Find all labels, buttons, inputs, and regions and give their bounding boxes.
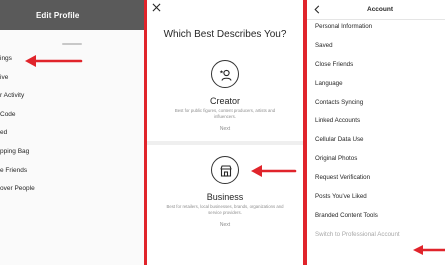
section-separator xyxy=(147,141,303,145)
storefront-icon xyxy=(211,156,239,184)
setting-contacts-syncing[interactable]: Contacts Syncing xyxy=(307,94,445,113)
menu-item-your-activity[interactable]: r Activity xyxy=(0,87,144,106)
account-settings-list: Personal Information Saved Close Friends… xyxy=(307,18,445,245)
red-arrow-switch-professional xyxy=(413,245,445,255)
creator-next-button[interactable]: Next xyxy=(147,126,303,132)
setting-linked-accounts[interactable]: Linked Accounts xyxy=(307,112,445,131)
settings-menu-list: ings ive r Activity Code ed pping Bag e … xyxy=(0,50,144,199)
business-label: Business xyxy=(206,192,244,202)
setting-original-photos[interactable]: Original Photos xyxy=(307,150,445,169)
setting-personal-information[interactable]: Personal Information xyxy=(307,18,445,37)
setting-close-friends[interactable]: Close Friends xyxy=(307,56,445,75)
account-type-panel: Which Best Describes You? Creator Best f… xyxy=(147,0,303,265)
account-header: Account xyxy=(307,0,445,20)
account-settings-panel: Account Personal Information Saved Close… xyxy=(307,0,445,265)
setting-switch-professional[interactable]: Switch to Professional Account xyxy=(307,226,445,245)
creator-icon xyxy=(211,60,239,88)
menu-item-archive[interactable]: ive xyxy=(0,69,144,88)
settings-menu-panel: Edit Profile ings ive r Activity Code ed… xyxy=(0,0,144,265)
setting-cellular-data-use[interactable]: Cellular Data Use xyxy=(307,131,445,150)
account-type-title: Which Best Describes You? xyxy=(163,29,287,40)
setting-branded-content-tools[interactable]: Branded Content Tools xyxy=(307,207,445,226)
setting-language[interactable]: Language xyxy=(307,75,445,94)
edit-profile-title: Edit Profile xyxy=(36,11,80,20)
chevron-left-icon[interactable] xyxy=(313,5,321,14)
creator-label: Creator xyxy=(209,96,240,106)
menu-item-discover-people[interactable]: over People xyxy=(0,180,144,199)
account-title: Account xyxy=(367,6,393,13)
edit-profile-header: Edit Profile xyxy=(0,0,144,30)
setting-posts-liked[interactable]: Posts You've Liked xyxy=(307,188,445,207)
red-arrow-settings xyxy=(25,55,83,67)
menu-item-nametag[interactable]: Code xyxy=(0,106,144,125)
setting-request-verification[interactable]: Request Verification xyxy=(307,169,445,188)
menu-item-shopping-bag[interactable]: pping Bag xyxy=(0,143,144,162)
menu-item-saved[interactable]: ed xyxy=(0,124,144,143)
red-arrow-business xyxy=(251,165,297,177)
menu-item-close-friends[interactable]: e Friends xyxy=(0,162,144,181)
setting-saved[interactable]: Saved xyxy=(307,37,445,56)
sheet-grabber[interactable] xyxy=(62,43,82,45)
business-description: Best for retailers, local businesses, br… xyxy=(166,204,284,215)
business-next-button[interactable]: Next xyxy=(147,222,303,228)
creator-description: Best for public figures, content produce… xyxy=(174,108,276,119)
close-icon[interactable] xyxy=(152,3,161,12)
